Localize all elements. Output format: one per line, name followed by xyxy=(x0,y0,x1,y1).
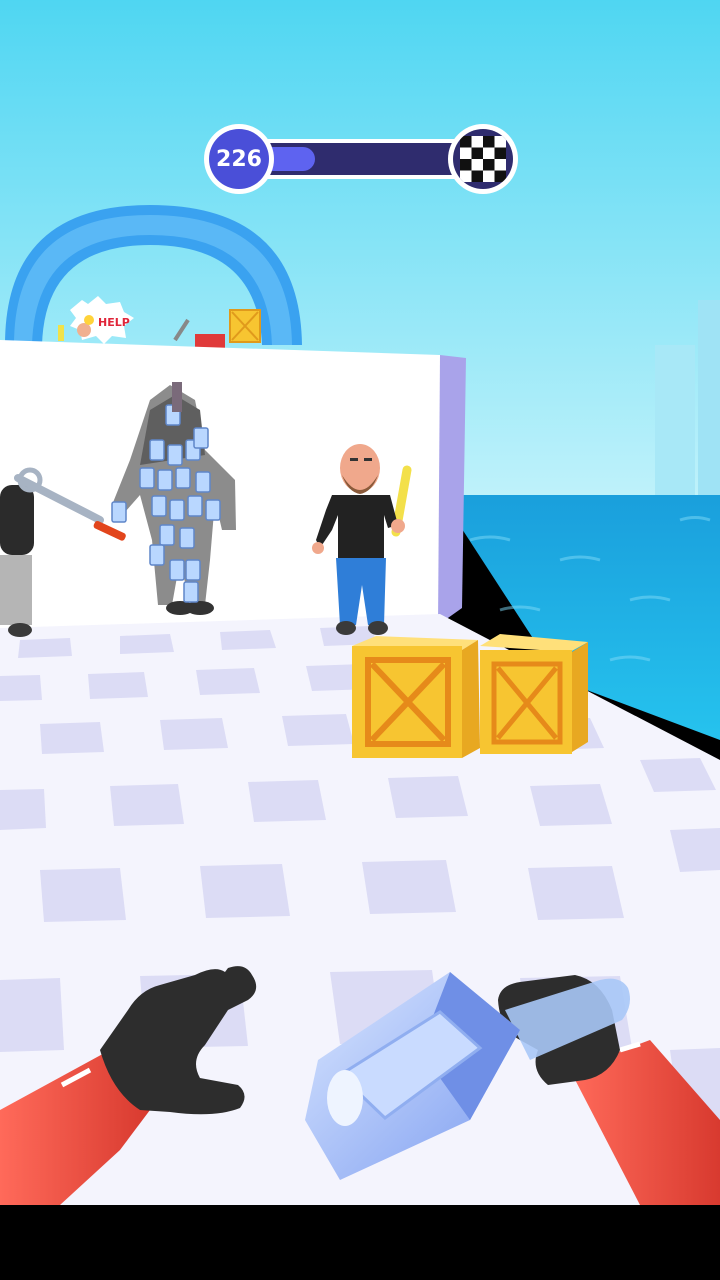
help-bubble-text: HELP xyxy=(98,316,130,329)
level-progress-bar: 226 xyxy=(204,124,518,196)
yellow-crate xyxy=(352,636,480,758)
game-scene[interactable]: HELP 226 xyxy=(0,0,720,1205)
system-navigation-bar xyxy=(0,1205,720,1280)
checkered-flag-icon xyxy=(460,136,506,182)
distant-pillar xyxy=(655,345,695,500)
far-figure xyxy=(195,334,225,348)
wall-side xyxy=(438,355,466,625)
yellow-crate xyxy=(480,634,588,754)
finish-badge xyxy=(448,124,518,194)
level-badge: 226 xyxy=(204,124,274,194)
level-number: 226 xyxy=(209,129,269,189)
distant-pillar xyxy=(698,300,720,500)
